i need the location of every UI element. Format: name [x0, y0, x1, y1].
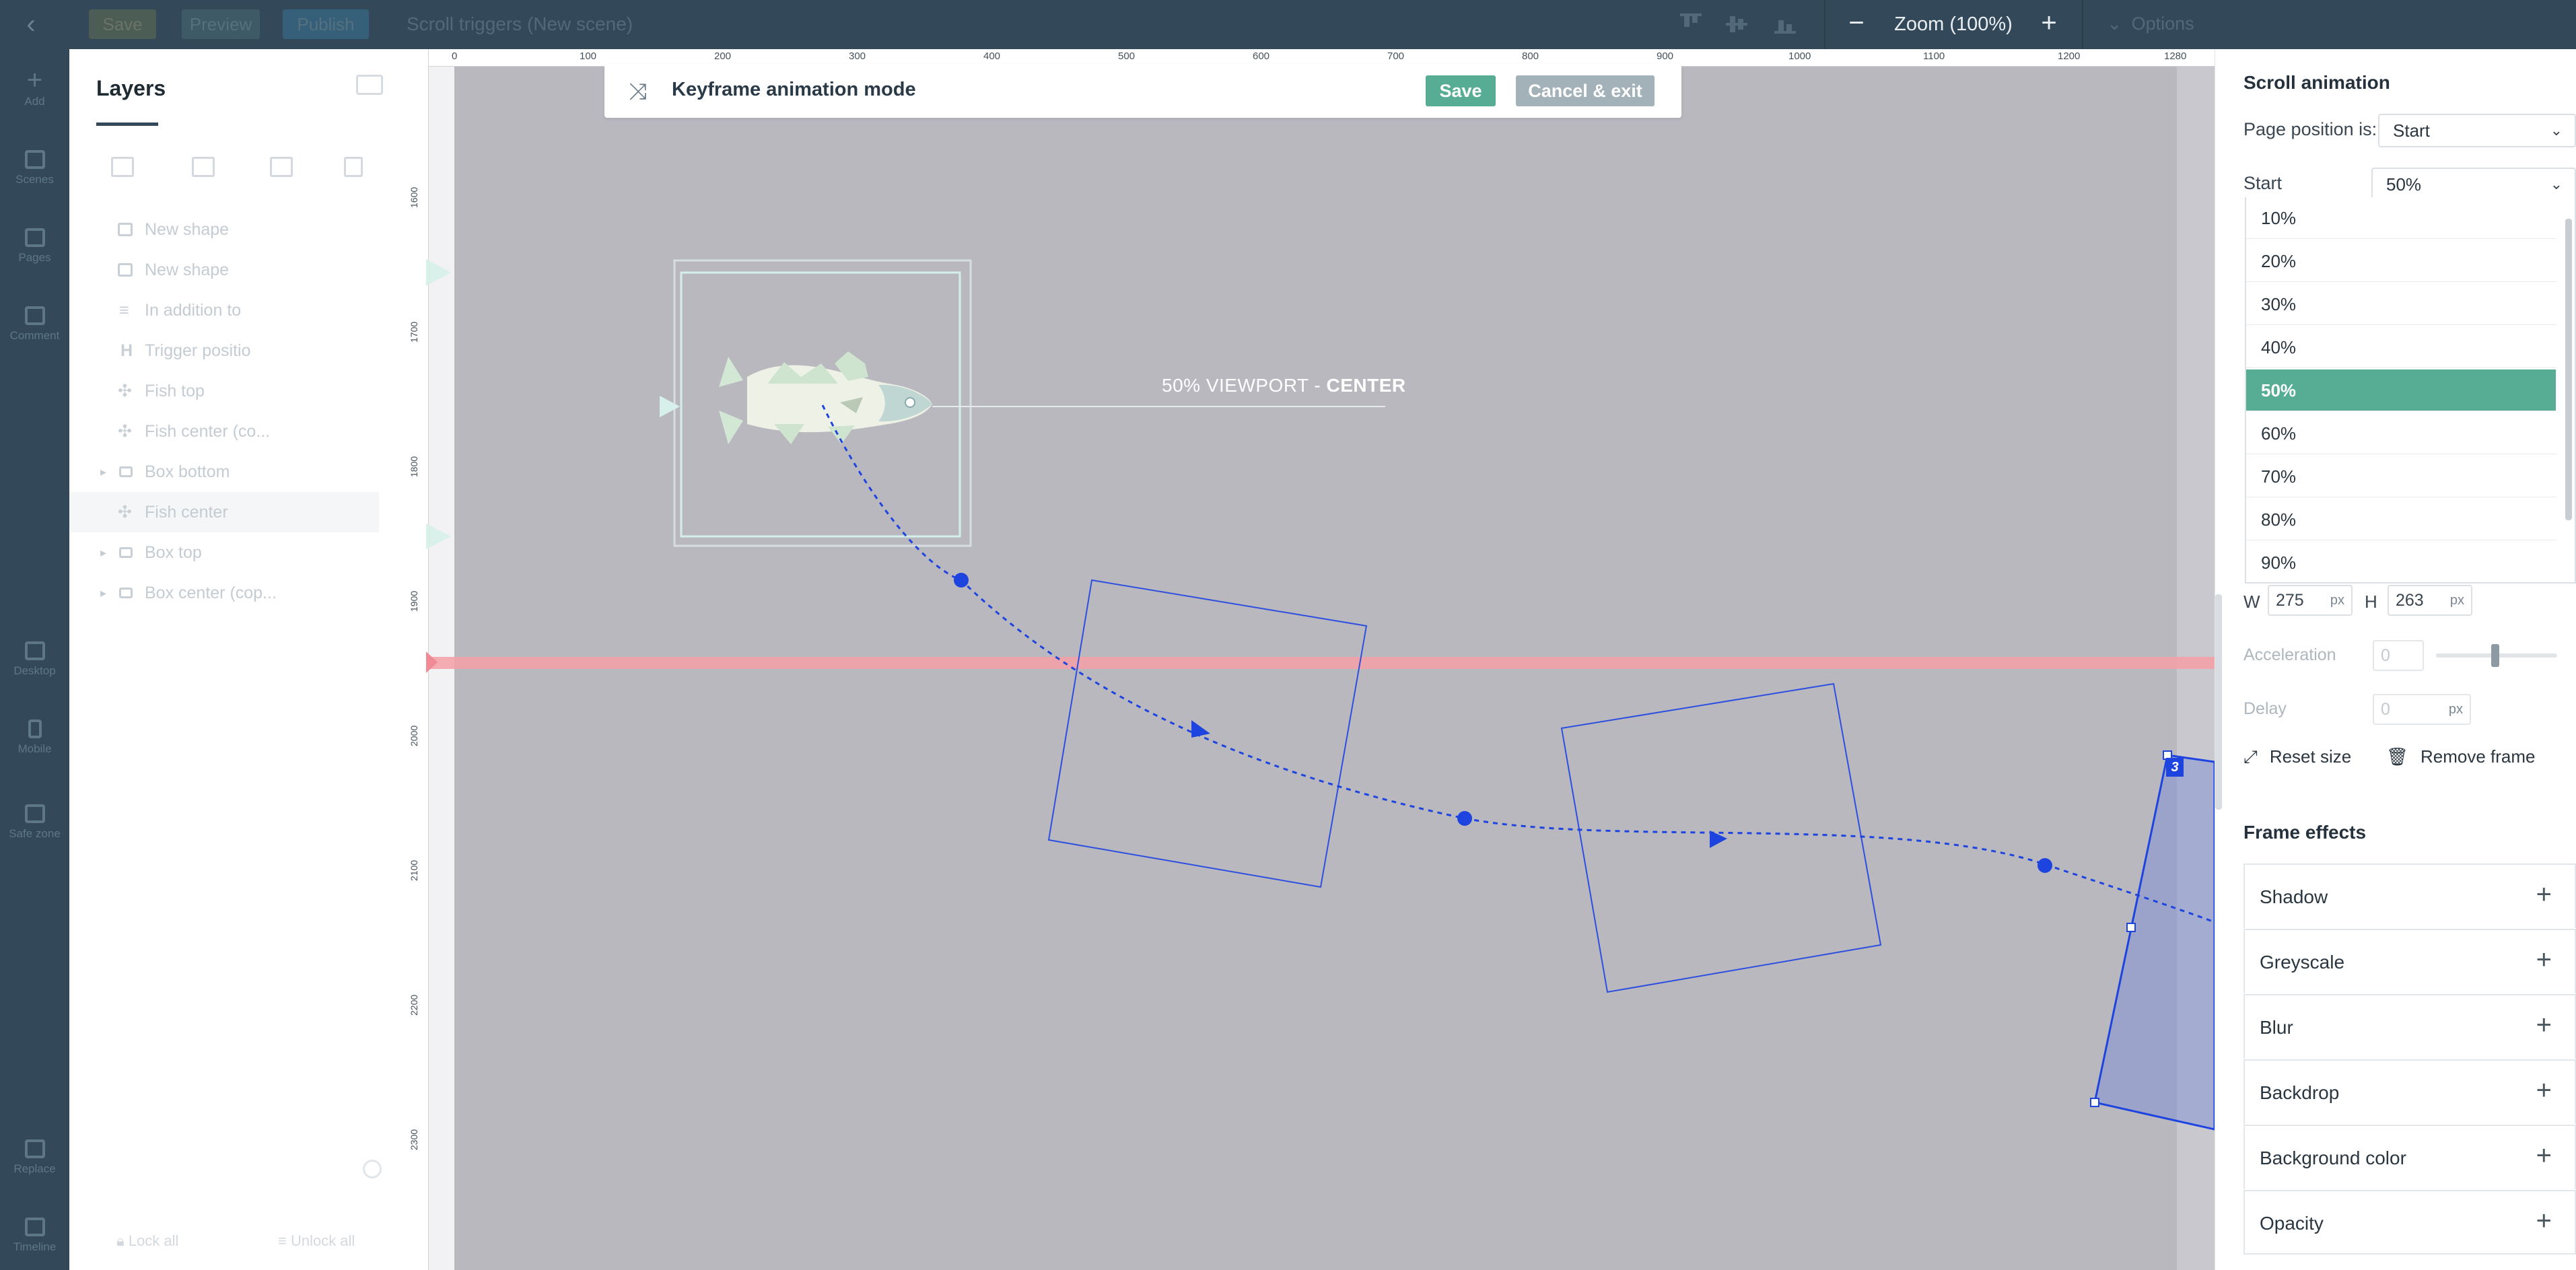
height-value: 263	[2396, 591, 2424, 610]
width-label: W	[2243, 592, 2260, 612]
keyframe-number-badge: 3	[2166, 758, 2184, 777]
panel-scrollbar[interactable]	[2215, 594, 2222, 810]
shuffle-icon: ⤨	[629, 79, 648, 104]
keyframe-mode-banner: ⤨ Keyframe animation mode Save Cancel & …	[604, 64, 1681, 118]
path-direction-arrow	[1710, 831, 1727, 848]
start-value: 50%	[2386, 174, 2422, 195]
viewport-label-strong: CENTER	[1326, 375, 1406, 396]
keyframe-box-3-selected[interactable]	[2093, 754, 2215, 1131]
dropdown-option[interactable]: 40%	[2246, 326, 2556, 368]
delay-label: Delay	[2243, 699, 2287, 718]
effect-label: Opacity	[2260, 1213, 2324, 1234]
delay-value: 0	[2381, 700, 2390, 719]
plus-icon[interactable]: +	[2536, 1075, 2552, 1106]
page-position-value: Start	[2393, 120, 2430, 141]
frame-effects-title: Frame effects	[2243, 822, 2367, 843]
properties-panel: Scroll animation Page position is: Start…	[2215, 49, 2576, 1270]
stage-canvas	[426, 67, 2215, 1270]
plus-icon[interactable]: +	[2536, 880, 2552, 910]
scroll-marker-bottom[interactable]	[426, 524, 451, 549]
page-position-select[interactable]: Start ⌄	[2378, 114, 2576, 147]
trigger-line[interactable]	[426, 657, 2215, 669]
acceleration-slider-handle[interactable]	[2491, 644, 2499, 667]
acceleration-input[interactable]: 0	[2373, 640, 2424, 671]
height-label: H	[2365, 592, 2377, 612]
delay-input[interactable]: 0 px	[2373, 694, 2471, 725]
remove-frame-button[interactable]: 🗑︎ Remove frame	[2386, 746, 2536, 767]
dropdown-option[interactable]: 30%	[2246, 283, 2556, 325]
effect-label: Greyscale	[2260, 952, 2345, 973]
plus-icon[interactable]: +	[2536, 1010, 2552, 1040]
keyframe-save-button[interactable]: Save	[1426, 75, 1496, 106]
chevron-down-icon: ⌄	[2550, 176, 2563, 192]
plus-icon[interactable]: +	[2536, 1141, 2552, 1171]
unit-label: px	[2449, 593, 2464, 608]
effect-row-blur[interactable]: Blur +	[2243, 994, 2576, 1059]
dropdown-option[interactable]: 20%	[2246, 240, 2556, 282]
effect-row-greyscale[interactable]: Greyscale +	[2243, 929, 2576, 993]
effect-row-backdrop[interactable]: Backdrop +	[2243, 1059, 2576, 1124]
resize-arrows-icon: ⤢	[2243, 746, 2258, 767]
path-point[interactable]	[2038, 858, 2052, 873]
scroll-animation-title: Scroll animation	[2243, 72, 2390, 93]
effect-row-background-color[interactable]: Background color +	[2243, 1125, 2576, 1189]
dropdown-option[interactable]: 60%	[2246, 413, 2556, 454]
path-point[interactable]	[1457, 811, 1472, 826]
dropdown-scrollbar[interactable]	[2565, 219, 2572, 520]
dropdown-option[interactable]: 80%	[2246, 499, 2556, 540]
effect-label: Shadow	[2260, 886, 2328, 907]
height-input[interactable]: 263 px	[2388, 585, 2472, 616]
scroll-marker-top[interactable]	[426, 259, 451, 286]
trigger-marker[interactable]	[426, 651, 438, 673]
effect-row-opacity[interactable]: Opacity +	[2243, 1190, 2576, 1255]
start-label: Start	[2243, 173, 2283, 193]
viewport-label: 50% VIEWPORT - CENTER	[1162, 375, 1406, 396]
fish-anchor-marker[interactable]	[660, 396, 680, 417]
fish-image[interactable]	[719, 351, 1385, 444]
path-direction-arrow	[1191, 720, 1210, 738]
reset-size-button[interactable]: ⤢ Reset size	[2243, 746, 2351, 768]
dropdown-option-selected[interactable]: 50%	[2246, 369, 2556, 411]
dropdown-option[interactable]: 10%	[2246, 197, 2556, 239]
start-select[interactable]: 50% ⌄	[2371, 168, 2576, 201]
viewport-label-prefix: 50% VIEWPORT -	[1162, 375, 1327, 396]
resize-handle[interactable]	[2090, 1098, 2099, 1107]
path-point[interactable]	[954, 573, 969, 588]
chevron-down-icon: ⌄	[2550, 122, 2563, 139]
remove-frame-label: Remove frame	[2421, 746, 2536, 767]
keyframe-cancel-exit-button[interactable]: Cancel & exit	[1516, 75, 1655, 106]
unit-label: px	[2330, 593, 2344, 608]
dropdown-option[interactable]: 90%	[2246, 542, 2556, 582]
effect-label: Background color	[2260, 1148, 2406, 1168]
dropdown-option[interactable]: 70%	[2246, 456, 2556, 497]
trash-icon: 🗑︎	[2386, 746, 2409, 767]
acceleration-label: Acceleration	[2243, 645, 2336, 664]
width-value: 275	[2276, 591, 2304, 610]
width-input[interactable]: 275 px	[2268, 585, 2353, 616]
start-dropdown-list: 10% 20% 30% 40% 50% 60% 70% 80% 90%	[2245, 197, 2576, 584]
effect-row-shadow[interactable]: Shadow +	[2243, 863, 2576, 928]
resize-handle[interactable]	[2126, 923, 2136, 932]
keyframe-mode-title: Keyframe animation mode	[672, 79, 916, 100]
unit-label: px	[2448, 702, 2463, 717]
effect-label: Blur	[2260, 1017, 2293, 1038]
effect-label: Backdrop	[2260, 1082, 2340, 1103]
plus-icon[interactable]: +	[2536, 945, 2552, 975]
page-position-label: Page position is:	[2243, 119, 2377, 139]
reset-size-label: Reset size	[2269, 746, 2352, 767]
plus-icon[interactable]: +	[2536, 1206, 2552, 1236]
